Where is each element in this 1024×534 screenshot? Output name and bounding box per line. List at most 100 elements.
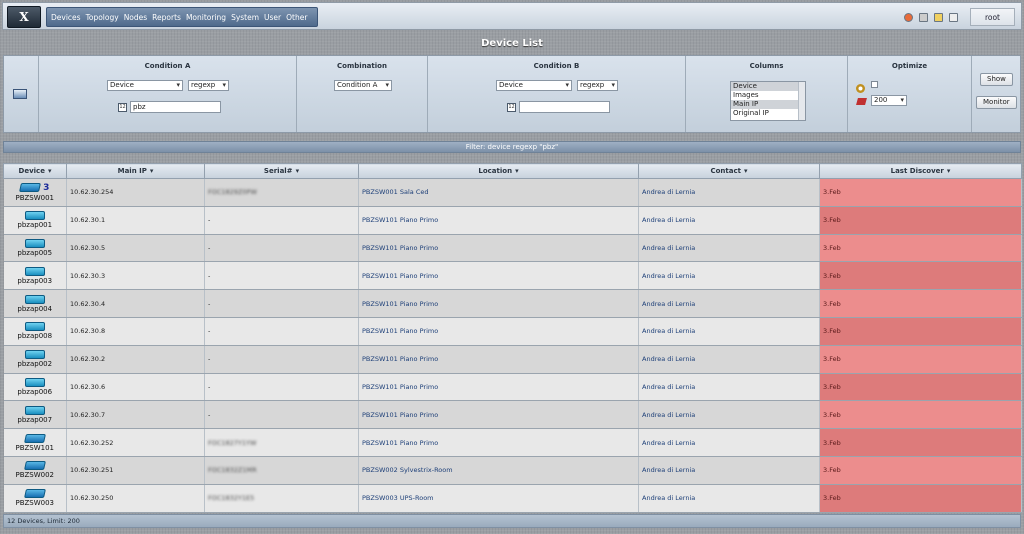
combination-select[interactable]: Condition A [334, 80, 392, 91]
show-button[interactable]: Show [980, 73, 1013, 86]
table-row[interactable]: pbzap003 10.62.30.3- PBZSW101 Piano Primo A… [3, 261, 1022, 291]
access-point-icon[interactable] [24, 322, 45, 332]
optimize-checkbox[interactable] [871, 81, 878, 88]
device-name-link[interactable]: pbzap003 [4, 277, 66, 285]
location-cell[interactable]: PBZSW001 Sala Ced [358, 178, 639, 207]
access-point-icon[interactable] [24, 211, 45, 221]
table-row[interactable]: PBZSW002 10.62.30.251 FOC1832Z1MR PBZSW002 … [3, 456, 1022, 485]
menu-item-system[interactable]: System [231, 13, 259, 22]
location-cell[interactable]: PBZSW101 Piano Primo [358, 317, 639, 346]
column-header-device[interactable]: Device ▾ [3, 163, 67, 179]
contact-cell[interactable]: Andrea di Lernia [638, 400, 820, 430]
mail-icon[interactable] [948, 12, 958, 22]
condition-a-value-input[interactable]: pbz [130, 101, 221, 113]
columns-option-images[interactable]: Images [731, 91, 805, 100]
columns-option-main-ip[interactable]: Main IP [731, 100, 805, 109]
device-cell[interactable]: pbzap006 [3, 373, 67, 402]
switch-icon[interactable] [23, 489, 46, 499]
device-cell[interactable]: pbzap005 [3, 234, 67, 263]
contact-cell[interactable]: Andrea di Lernia [638, 428, 820, 457]
device-name-link[interactable]: PBZSW001 [4, 194, 66, 202]
location-cell[interactable]: PBZSW101 Piano Primo [358, 289, 639, 318]
calendar-icon[interactable]: 12 [118, 103, 127, 112]
column-header-contact[interactable]: Contact ▾ [638, 163, 820, 179]
menu-item-user[interactable]: User [264, 13, 281, 22]
user-name[interactable]: root [969, 8, 1015, 26]
menu-item-devices[interactable]: Devices [51, 13, 81, 22]
device-cell[interactable]: pbzap004 [3, 289, 67, 318]
menu-item-monitoring[interactable]: Monitoring [186, 13, 226, 22]
device-cell[interactable]: PBZSW101 [3, 428, 67, 457]
menu-item-other[interactable]: Other [286, 13, 307, 22]
menu-item-topology[interactable]: Topology [86, 13, 119, 22]
condition-a-field-select[interactable]: Device [107, 80, 183, 91]
table-row[interactable]: pbzap004 10.62.30.4- PBZSW101 Piano Primo A… [3, 289, 1022, 318]
table-row[interactable]: pbzap006 10.62.30.6- PBZSW101 Piano Primo A… [3, 373, 1022, 402]
columns-listbox[interactable]: Device Images Main IP Original IP [730, 81, 806, 121]
network-icon[interactable] [903, 12, 913, 22]
column-header-last-discover[interactable]: Last Discover ▾ [819, 163, 1022, 179]
table-row[interactable]: pbzap002 10.62.30.2- PBZSW101 Piano Primo A… [3, 345, 1022, 374]
access-point-icon[interactable] [24, 238, 45, 248]
menu-item-reports[interactable]: Reports [152, 13, 181, 22]
table-row[interactable]: 3 PBZSW001 10.62.30.254 FOC1829Z0PW PBZSW001… [3, 178, 1022, 207]
location-cell[interactable]: PBZSW101 Piano Primo [358, 373, 639, 402]
columns-option-original-ip[interactable]: Original IP [731, 109, 805, 118]
print-icon[interactable] [918, 12, 928, 22]
access-point-icon[interactable] [24, 294, 45, 304]
device-name-link[interactable]: pbzap008 [4, 332, 66, 340]
table-row[interactable]: pbzap007 10.62.30.7- PBZSW101 Piano Primo A… [3, 400, 1022, 430]
calendar-icon[interactable]: 12 [507, 103, 516, 112]
location-cell[interactable]: PBZSW101 Piano Primo [358, 428, 639, 457]
column-header-serial[interactable]: Serial# ▾ [204, 163, 359, 179]
device-cell[interactable]: pbzap008 [3, 317, 67, 346]
device-name-link[interactable]: pbzap002 [4, 360, 66, 368]
switch-icon[interactable] [23, 461, 46, 471]
device-cell[interactable]: pbzap001 [3, 206, 67, 235]
device-cell[interactable]: pbzap002 [3, 345, 67, 374]
contact-cell[interactable]: Andrea di Lernia [638, 456, 820, 485]
columns-option-device[interactable]: Device [731, 82, 805, 91]
columns-listbox-scrollbar[interactable] [798, 82, 805, 120]
access-point-icon[interactable] [24, 377, 45, 387]
contact-cell[interactable]: Andrea di Lernia [638, 261, 820, 291]
table-row[interactable]: pbzap005 10.62.30.5- PBZSW101 Piano Primo A… [3, 234, 1022, 263]
device-name-link[interactable]: PBZSW002 [4, 471, 66, 479]
column-header-location[interactable]: Location ▾ [358, 163, 639, 179]
contact-cell[interactable]: Andrea di Lernia [638, 178, 820, 207]
location-cell[interactable]: PBZSW101 Piano Primo [358, 261, 639, 291]
table-row[interactable]: PBZSW101 10.62.30.252 FOC1827Y1YW PBZSW101 … [3, 428, 1022, 457]
contact-cell[interactable]: Andrea di Lernia [638, 484, 820, 513]
access-point-icon[interactable] [24, 266, 45, 276]
device-name-link[interactable]: PBZSW101 [4, 444, 66, 452]
condition-b-value-input[interactable] [519, 101, 610, 113]
device-cell[interactable]: 3 PBZSW001 [3, 178, 67, 207]
device-name-link[interactable]: pbzap006 [4, 388, 66, 396]
device-cell[interactable]: pbzap003 [3, 261, 67, 291]
app-logo[interactable]: X [7, 6, 41, 28]
switch-icon[interactable] [23, 433, 46, 443]
device-name-link[interactable]: pbzap005 [4, 249, 66, 257]
device-name-link[interactable]: pbzap007 [4, 416, 66, 424]
contact-cell[interactable]: Andrea di Lernia [638, 345, 820, 374]
location-cell[interactable]: PBZSW101 Piano Primo [358, 400, 639, 430]
device-name-link[interactable]: pbzap004 [4, 305, 66, 313]
condition-b-operator-select[interactable]: regexp [577, 80, 618, 91]
device-cell[interactable]: PBZSW003 [3, 484, 67, 513]
contact-cell[interactable]: Andrea di Lernia [638, 206, 820, 235]
location-cell[interactable]: PBZSW101 Piano Primo [358, 234, 639, 263]
column-header-main-ip[interactable]: Main IP ▾ [66, 163, 205, 179]
contact-cell[interactable]: Andrea di Lernia [638, 373, 820, 402]
device-name-link[interactable]: pbzap001 [4, 221, 66, 229]
device-name-link[interactable]: PBZSW003 [4, 499, 66, 507]
switch-icon[interactable] [19, 183, 42, 193]
stats-icon[interactable] [933, 12, 943, 22]
location-cell[interactable]: PBZSW101 Piano Primo [358, 206, 639, 235]
contact-cell[interactable]: Andrea di Lernia [638, 317, 820, 346]
location-cell[interactable]: PBZSW101 Piano Primo [358, 345, 639, 374]
monitor-button[interactable]: Monitor [976, 96, 1017, 109]
condition-b-field-select[interactable]: Device [496, 80, 572, 91]
table-row[interactable]: pbzap001 10.62.30.1- PBZSW101 Piano Primo A… [3, 206, 1022, 235]
location-cell[interactable]: PBZSW003 UPS-Room [358, 484, 639, 513]
access-point-icon[interactable] [24, 405, 45, 415]
